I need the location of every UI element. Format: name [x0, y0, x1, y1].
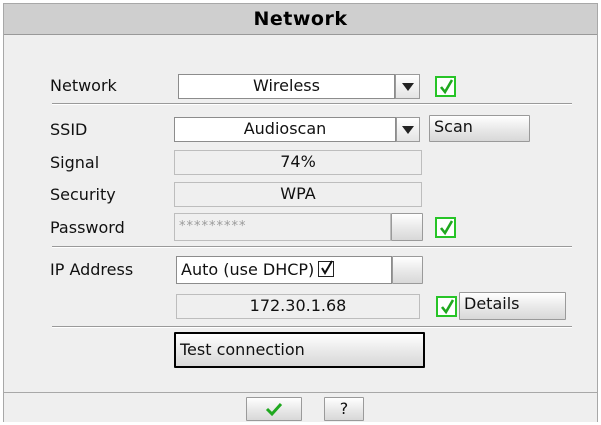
help-button[interactable]: ?	[324, 397, 364, 421]
show-password-checkbox[interactable]	[435, 217, 456, 238]
separator	[52, 326, 572, 328]
network-type-select[interactable]: Wireless	[178, 74, 395, 99]
details-button[interactable]: Details	[459, 292, 566, 320]
separator	[52, 103, 572, 105]
ssid-label: SSID	[50, 120, 88, 139]
password-options-button[interactable]	[391, 213, 423, 241]
check-icon	[440, 299, 455, 315]
ip-address-label: IP Address	[50, 260, 134, 279]
scan-button[interactable]: Scan	[429, 115, 530, 142]
green-checkmark-icon	[265, 402, 283, 417]
ok-button[interactable]	[246, 397, 302, 421]
ssid-dropdown-arrow-icon[interactable]	[396, 117, 420, 142]
network-dialog: Network Network Wireless SSID Audioscan …	[3, 3, 598, 422]
check-icon	[439, 79, 454, 95]
dialog-footer: ?	[4, 392, 597, 422]
signal-label: Signal	[50, 153, 100, 172]
ip-options-button[interactable]	[392, 256, 423, 284]
password-label: Password	[50, 218, 125, 237]
separator	[52, 246, 572, 248]
dialog-title: Network	[4, 4, 597, 35]
check-icon	[321, 260, 334, 275]
ip-address-value: 172.30.1.68	[176, 294, 420, 319]
details-checkbox[interactable]	[436, 296, 457, 317]
network-dropdown-arrow-icon[interactable]	[395, 74, 420, 99]
test-connection-button[interactable]: Test connection	[174, 332, 425, 368]
ip-mode-text: Auto (use DHCP)	[181, 260, 315, 279]
dhcp-checkbox[interactable]	[318, 260, 335, 277]
password-field[interactable]: *********	[174, 213, 391, 241]
ssid-select[interactable]: Audioscan	[174, 117, 396, 142]
network-label: Network	[50, 76, 117, 95]
security-value: WPA	[174, 182, 422, 207]
check-icon	[439, 220, 454, 236]
ip-mode-field[interactable]: Auto (use DHCP)	[176, 256, 392, 284]
security-label: Security	[50, 185, 116, 204]
signal-value: 74%	[174, 150, 422, 175]
network-enabled-checkbox[interactable]	[435, 76, 456, 97]
